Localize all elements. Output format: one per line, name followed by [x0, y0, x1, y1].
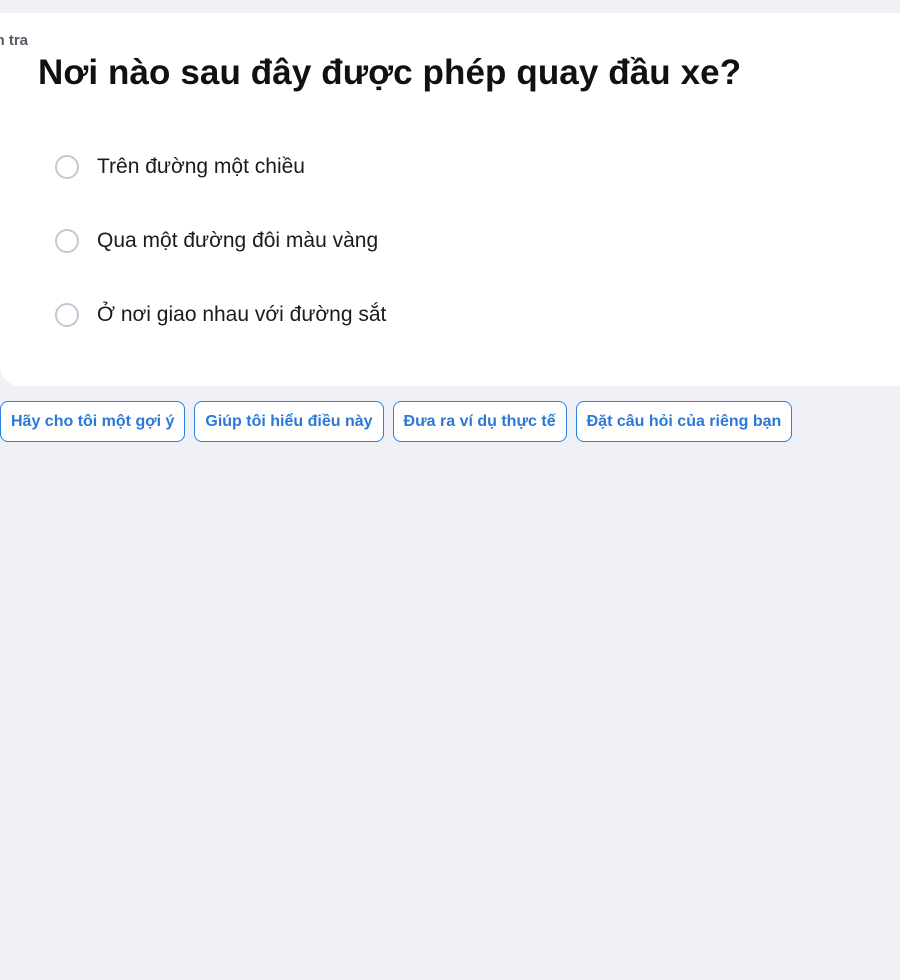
hint-button[interactable]: Hãy cho tôi một gợi ý	[0, 401, 186, 442]
quiz-card: Kiểm tra Nơi nào sau đây được phép quay …	[0, 13, 900, 386]
radio-button[interactable]	[55, 229, 79, 253]
question-title: Nơi nào sau đây được phép quay đầu xe?	[38, 53, 742, 92]
answer-option-2[interactable]: Qua một đường đôi màu vàng	[55, 223, 386, 259]
assistant-actions: Hãy cho tôi một gợi ý Giúp tôi hiểu điều…	[0, 401, 793, 442]
ask-question-button[interactable]: Đặt câu hỏi của riêng bạn	[575, 401, 793, 442]
quiz-kind-label: Kiểm tra	[0, 32, 29, 49]
answer-option-1[interactable]: Trên đường một chiều	[55, 149, 386, 185]
answer-option-3[interactable]: Ở nơi giao nhau với đường sắt	[55, 297, 386, 333]
radio-button[interactable]	[55, 303, 79, 327]
answer-option-label: Trên đường một chiều	[97, 155, 305, 178]
answer-options: Trên đường một chiều Qua một đường đôi m…	[55, 149, 386, 371]
answer-option-label: Ở nơi giao nhau với đường sắt	[97, 303, 387, 326]
radio-button[interactable]	[55, 155, 79, 179]
answer-option-label: Qua một đường đôi màu vàng	[97, 229, 379, 252]
example-button[interactable]: Đưa ra ví dụ thực tế	[392, 401, 567, 442]
explain-button[interactable]: Giúp tôi hiểu điều này	[194, 401, 384, 442]
